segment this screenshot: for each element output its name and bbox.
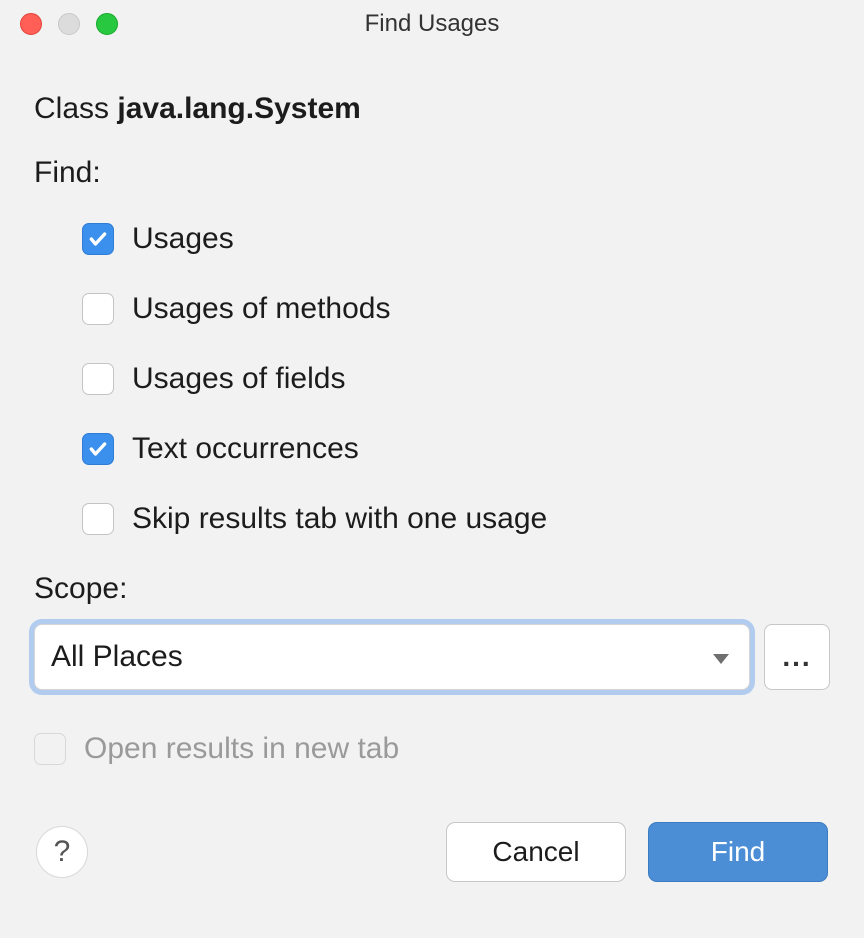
text-occurrences-label: Text occurrences — [132, 432, 359, 466]
scope-more-button[interactable]: ... — [764, 624, 830, 690]
usages-label: Usages — [132, 222, 234, 256]
skip-results-label: Skip results tab with one usage — [132, 502, 547, 536]
usages-option[interactable]: Usages — [82, 222, 830, 256]
chevron-down-icon — [711, 640, 731, 674]
cancel-button[interactable]: Cancel — [446, 822, 626, 882]
usages-of-methods-option[interactable]: Usages of methods — [82, 292, 830, 326]
skip-results-option[interactable]: Skip results tab with one usage — [82, 502, 830, 536]
target-class-heading: Class java.lang.System — [34, 92, 830, 126]
scope-select[interactable]: All Places — [34, 624, 750, 690]
scope-row: All Places ... — [34, 624, 830, 690]
window-title: Find Usages — [365, 10, 500, 38]
maximize-window-icon[interactable] — [96, 13, 118, 35]
usages-of-fields-label: Usages of fields — [132, 362, 345, 396]
class-name-label: java.lang.System — [117, 92, 360, 125]
dialog-content: Class java.lang.System Find: Usages Usag… — [0, 48, 864, 882]
usages-of-methods-checkbox[interactable] — [82, 293, 114, 325]
find-button[interactable]: Find — [648, 822, 828, 882]
text-occurrences-checkbox[interactable] — [82, 433, 114, 465]
open-in-new-tab-checkbox — [34, 733, 66, 765]
scope-section-label: Scope: — [34, 572, 830, 606]
open-in-new-tab-label: Open results in new tab — [84, 732, 399, 766]
traffic-lights — [20, 13, 118, 35]
minimize-window-icon — [58, 13, 80, 35]
check-icon — [88, 229, 108, 249]
text-occurrences-option[interactable]: Text occurrences — [82, 432, 830, 466]
open-in-new-tab-option: Open results in new tab — [34, 732, 830, 766]
titlebar: Find Usages — [0, 0, 864, 48]
usages-of-fields-checkbox[interactable] — [82, 363, 114, 395]
dialog-footer: ? Cancel Find — [34, 822, 830, 882]
usages-of-methods-label: Usages of methods — [132, 292, 390, 326]
footer-buttons: Cancel Find — [446, 822, 828, 882]
find-options-list: Usages Usages of methods Usages of field… — [34, 222, 830, 536]
class-prefix-label: Class — [34, 92, 117, 125]
usages-checkbox[interactable] — [82, 223, 114, 255]
close-window-icon[interactable] — [20, 13, 42, 35]
scope-selected-value: All Places — [51, 640, 183, 674]
skip-results-checkbox[interactable] — [82, 503, 114, 535]
find-section-label: Find: — [34, 156, 830, 190]
check-icon — [88, 439, 108, 459]
usages-of-fields-option[interactable]: Usages of fields — [82, 362, 830, 396]
help-button[interactable]: ? — [36, 826, 88, 878]
